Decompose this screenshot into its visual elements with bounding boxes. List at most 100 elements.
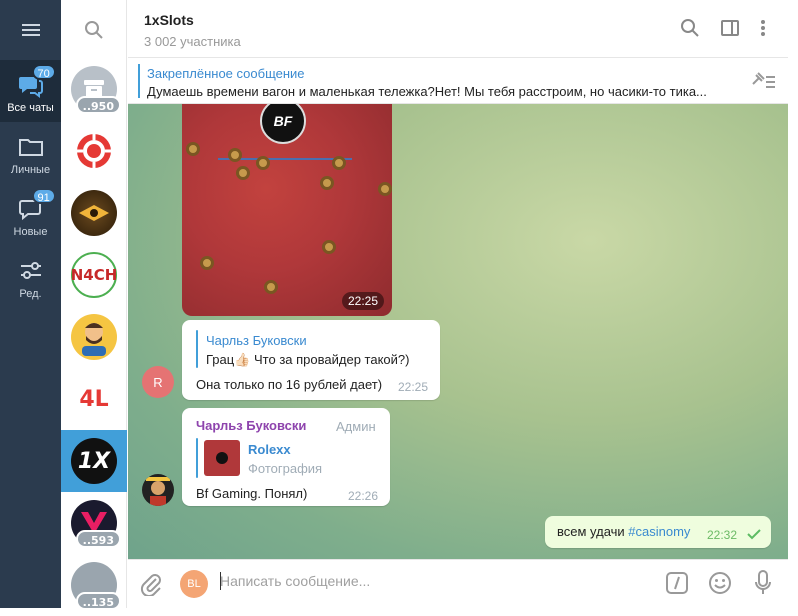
chat-item-archive[interactable]: ..950 bbox=[61, 58, 127, 120]
chat-list: ..950 N4CH 4L 1X ..593 ..135 bbox=[61, 0, 127, 610]
message-input[interactable]: Написать сообщение... bbox=[220, 573, 370, 589]
adjacent-window-edge bbox=[788, 0, 798, 608]
pin-list-icon bbox=[752, 72, 775, 88]
unread-count: ..593 bbox=[75, 530, 121, 548]
paperclip-icon bbox=[140, 574, 161, 598]
message-composer: BL Написать сообщение... bbox=[128, 559, 788, 608]
slash-command-icon bbox=[666, 572, 688, 594]
decor-bead bbox=[320, 176, 334, 190]
gold-emblem-icon bbox=[79, 205, 109, 221]
chat-item-n4ch[interactable]: N4CH bbox=[61, 244, 127, 306]
quote-author: Чарльз Буковски bbox=[206, 333, 307, 348]
quote-text: Фотография bbox=[248, 461, 323, 476]
search-icon bbox=[681, 19, 699, 37]
chat-item-poker[interactable] bbox=[61, 120, 127, 182]
folder-all-chats[interactable]: 70 Все чаты bbox=[0, 60, 61, 122]
attach-button[interactable] bbox=[140, 572, 162, 601]
search-icon bbox=[85, 21, 103, 39]
read-check-icon bbox=[747, 529, 761, 540]
chat-item-4l[interactable]: 4L bbox=[61, 368, 127, 430]
decor-bead bbox=[322, 240, 336, 254]
decor-bead bbox=[378, 182, 392, 196]
pinned-title: Закреплённое сообщение bbox=[147, 66, 305, 81]
bearded-man-icon bbox=[82, 323, 106, 356]
chat-avatar: 1X bbox=[71, 438, 117, 484]
chat-avatar bbox=[71, 314, 117, 360]
edit-folders-icon bbox=[18, 258, 44, 284]
main-menu-button[interactable] bbox=[0, 0, 61, 60]
chat-panel: 1xSlots 3 002 участника Закреплённое соо… bbox=[128, 0, 788, 608]
decor-bead bbox=[332, 156, 346, 170]
quote-text: Грац👍🏻 Что за провайдер такой?) bbox=[206, 352, 410, 367]
folder-personal[interactable]: Личные bbox=[0, 122, 61, 184]
reply-bar bbox=[196, 438, 198, 478]
toggle-sidebar-button[interactable] bbox=[720, 18, 742, 40]
decor-bead bbox=[264, 280, 278, 294]
voice-record-button[interactable] bbox=[754, 570, 772, 601]
search-button[interactable] bbox=[61, 0, 127, 60]
pinned-message[interactable]: Закреплённое сообщение Думаешь времени в… bbox=[128, 58, 788, 104]
chat-avatar bbox=[71, 128, 117, 174]
message-feed[interactable]: BF 22:25 R Чарльз Буковски Грац👍🏻 Что за… bbox=[128, 104, 788, 559]
message-bubble[interactable]: Чарльз Буковски Грац👍🏻 Что за провайдер … bbox=[182, 320, 440, 400]
unread-count: ..135 bbox=[75, 592, 121, 610]
message-text: Bf Gaming. Понял) bbox=[196, 486, 308, 501]
chat-item-grey[interactable]: ..135 bbox=[61, 554, 127, 616]
pin-accent-bar bbox=[138, 64, 140, 98]
quote-thumbnail bbox=[204, 440, 240, 476]
chat-avatar: 4L bbox=[71, 376, 117, 422]
send-as-avatar[interactable]: BL bbox=[180, 570, 208, 598]
folders-rail: 70 Все чаты Личные 91 Новые Ред. bbox=[0, 0, 61, 608]
folder-edit[interactable]: Ред. bbox=[0, 246, 61, 308]
unread-count: ..950 bbox=[75, 96, 121, 114]
folder-icon bbox=[18, 134, 44, 160]
folder-label: Ред. bbox=[19, 288, 42, 300]
unpin-button[interactable] bbox=[750, 70, 776, 95]
member-count: 3 002 участника bbox=[144, 34, 241, 49]
chat-item-v[interactable]: ..593 bbox=[61, 492, 127, 554]
quote-author: Rolexx bbox=[248, 442, 291, 457]
microphone-icon bbox=[755, 570, 771, 594]
message-time: 22:32 bbox=[707, 528, 738, 542]
outgoing-message-bubble[interactable]: всем удачи #casinomy 22:32 bbox=[545, 516, 771, 548]
sender-avatar[interactable] bbox=[142, 474, 174, 506]
message-text-part: всем удачи bbox=[557, 524, 629, 539]
search-in-chat-button[interactable] bbox=[680, 18, 702, 40]
message-text: Она только по 16 рублей дает) bbox=[196, 377, 383, 392]
sender-name: Чарльз Буковски bbox=[196, 418, 307, 433]
chat-item-1xslots[interactable]: 1X bbox=[61, 430, 127, 492]
smile-icon bbox=[709, 572, 731, 594]
more-menu-button[interactable] bbox=[758, 18, 780, 40]
emoji-button[interactable] bbox=[708, 571, 732, 600]
message-time: 22:25 bbox=[341, 292, 384, 310]
decor-bead bbox=[200, 256, 214, 270]
chat-title: 1xSlots bbox=[144, 12, 194, 28]
admin-badge: Админ bbox=[336, 419, 376, 434]
chat-avatar: ..593 bbox=[71, 500, 121, 548]
decor-bead bbox=[256, 156, 270, 170]
photo-message[interactable]: BF 22:25 bbox=[182, 104, 392, 316]
folder-label: Новые bbox=[13, 226, 48, 238]
pinned-text: Думаешь времени вагон и маленькая тележк… bbox=[147, 84, 707, 99]
sender-avatar[interactable]: R bbox=[142, 366, 174, 398]
hamburger-icon bbox=[21, 21, 40, 39]
chat-header[interactable]: 1xSlots 3 002 участника bbox=[128, 0, 788, 58]
hashtag-link[interactable]: #casinomy bbox=[628, 524, 690, 539]
message-bubble[interactable]: Чарльз Буковски Админ Rolexx Фотография … bbox=[182, 408, 390, 506]
chat-avatar: N4CH bbox=[71, 252, 117, 298]
bot-commands-button[interactable] bbox=[666, 572, 688, 599]
chat-item-gold[interactable] bbox=[61, 182, 127, 244]
new-chats-icon: 91 bbox=[18, 188, 56, 222]
sidebar-icon bbox=[721, 20, 739, 36]
message-time: 22:26 bbox=[348, 489, 379, 503]
folder-label: Все чаты bbox=[7, 102, 54, 114]
bf-gaming-logo: BF bbox=[260, 104, 306, 144]
folder-badge: 91 bbox=[31, 188, 56, 204]
folder-new[interactable]: 91 Новые bbox=[0, 184, 61, 246]
chat-item-person[interactable] bbox=[61, 306, 127, 368]
reply-bar bbox=[196, 330, 198, 368]
user-photo-icon bbox=[146, 477, 170, 506]
decor-bead bbox=[236, 166, 250, 180]
decor-bead bbox=[228, 148, 242, 162]
chats-icon: 70 bbox=[18, 64, 56, 98]
